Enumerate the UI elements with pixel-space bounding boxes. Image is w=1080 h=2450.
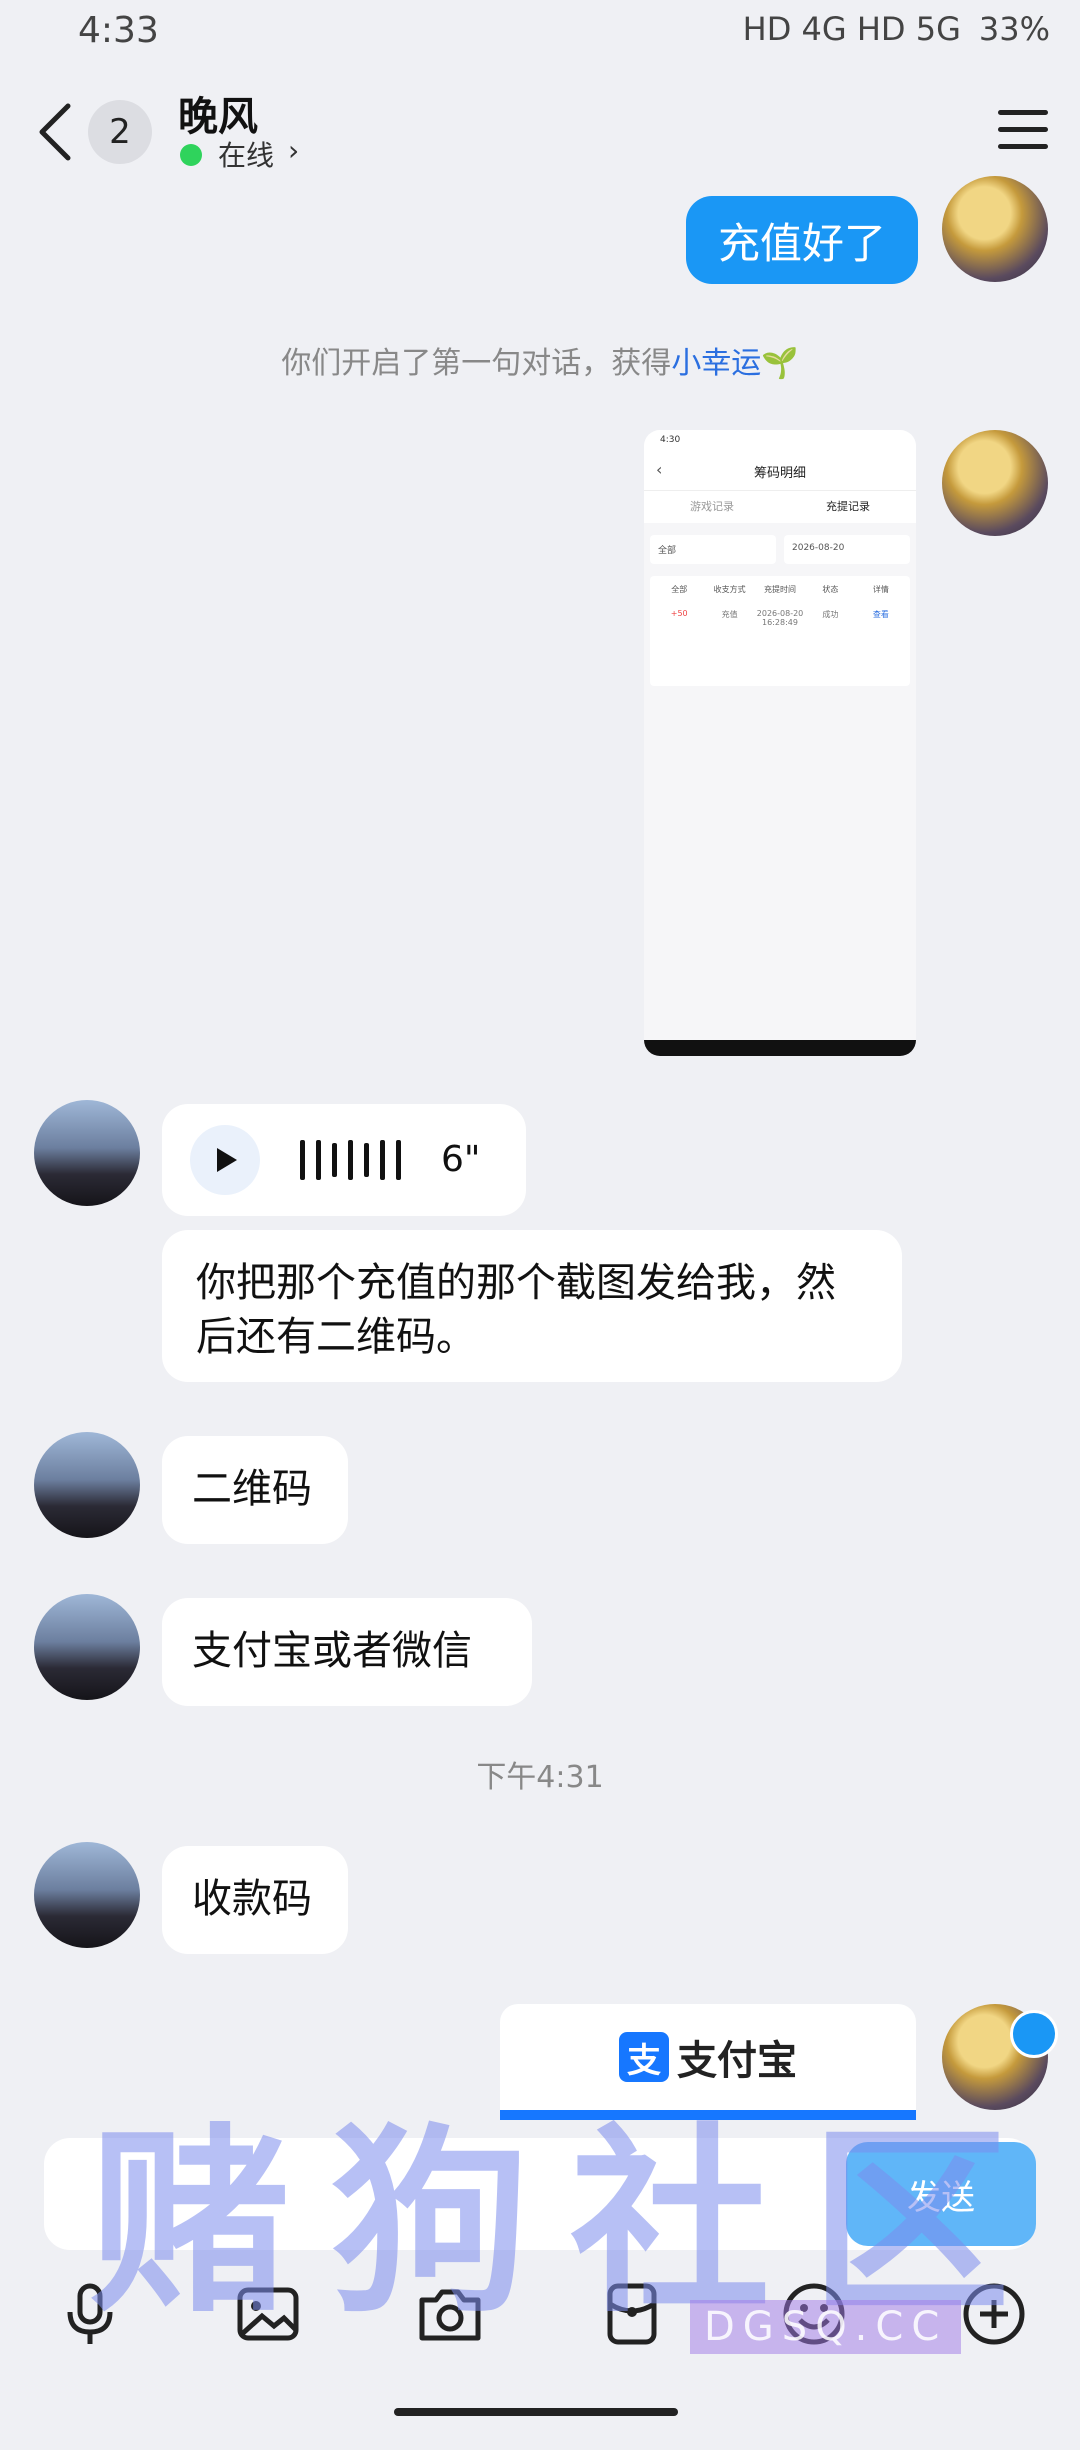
status-indicators: HD 4G HD 5G 33% [743, 10, 1050, 48]
image-table-cell: +50 [670, 609, 688, 618]
image-table-cell: 2026-08-20 16:28:49 [756, 609, 804, 627]
timestamp: 下午4:31 [476, 1760, 604, 1795]
lucky-link[interactable]: 小幸运 [671, 346, 761, 381]
image-table: 全部 收支方式 充提时间 状态 详情 +50 充值 2026-08-20 16:28:49 成… [650, 576, 910, 686]
message-text: 二维码 [192, 1466, 312, 1512]
status-time: 4:33 [78, 10, 159, 51]
home-indicator[interactable] [394, 2408, 678, 2416]
play-icon[interactable] [190, 1125, 260, 1195]
image-table-header-cell: 收支方式 [713, 585, 746, 594]
image-tab-game: 游戏记录 [690, 500, 734, 513]
contact-avatar[interactable] [34, 1432, 140, 1538]
message-text: 充值好了 [717, 218, 886, 268]
online-dot [180, 144, 202, 166]
image-status-bar: 4:30 [644, 430, 916, 450]
menu-icon[interactable] [998, 110, 1048, 150]
upload-progress-icon [1010, 2010, 1058, 2058]
image-table-cell: 成功 [822, 610, 839, 619]
voice-duration: 6" [441, 1139, 481, 1180]
image-table-header-cell: 充提时间 [764, 585, 797, 594]
image-filter-all: 全部 [650, 535, 776, 564]
image-filters: 全部 2026-08-20 [644, 523, 916, 576]
image-nav-bar [644, 1040, 916, 1056]
system-notice: 你们开启了第一句对话，获得小幸运🌱 [150, 338, 930, 382]
image-table-header-cell: 状态 [822, 585, 839, 594]
system-notice-text: 你们开启了第一句对话，获得 [281, 346, 672, 381]
my-avatar[interactable] [942, 430, 1048, 536]
received-message-bubble[interactable]: 支付宝或者微信 [162, 1598, 532, 1706]
sprout-icon: 🌱 [761, 346, 799, 381]
received-message-bubble[interactable]: 你把那个充值的那个截图发给我，然后还有二维码。 [162, 1230, 902, 1382]
contact-avatar[interactable] [34, 1842, 140, 1948]
message-text: 支付宝或者微信 [192, 1628, 472, 1674]
waveform-icon [300, 1140, 401, 1180]
image-filter-date: 2026-08-20 [784, 535, 910, 564]
chevron-right-icon[interactable]: › [288, 134, 299, 167]
contact-avatar[interactable] [34, 1594, 140, 1700]
my-avatar[interactable] [942, 176, 1048, 282]
image-table-row: +50 充值 2026-08-20 16:28:49 成功 查看 [650, 595, 910, 627]
image-title: 筹码明细 [753, 466, 806, 481]
image-table-cell: 查看 [872, 610, 889, 619]
image-table-header-cell: 详情 [872, 585, 889, 594]
image-table-header-cell: 全部 [671, 585, 688, 594]
back-icon[interactable] [36, 102, 76, 162]
received-message-bubble[interactable]: 收款码 [162, 1846, 348, 1954]
online-status[interactable]: 在线 [218, 134, 274, 174]
status-bar: 4:33 HD 4G HD 5G 33% [0, 0, 1080, 64]
sent-image-message[interactable]: 4:30 ‹ 筹码明细 游戏记录 充提记录 全部 2026-08-20 全部收支… [644, 430, 916, 1056]
battery-indicator: 33% [978, 10, 1050, 48]
message-text: 你把那个充值的那个截图发给我，然后还有二维码。 [196, 1260, 836, 1360]
voice-message-bubble[interactable]: 6" [162, 1104, 526, 1216]
network-indicator: HD 4G HD 5G [742, 10, 961, 48]
unread-badge: 2 [88, 100, 152, 164]
sent-message-bubble[interactable]: 充值好了 [686, 196, 918, 284]
image-tabs: 游戏记录 充提记录 [644, 490, 916, 523]
watermark-url: DGSQ.CC [690, 2300, 962, 2354]
image-header: ‹ 筹码明细 [644, 450, 916, 490]
image-tab-recharge: 充提记录 [826, 500, 870, 513]
contact-avatar[interactable] [34, 1100, 140, 1206]
message-text: 收款码 [192, 1876, 312, 1922]
chat-header: 2 晚风 在线 › [0, 64, 1080, 194]
image-table-header: 全部 收支方式 充提时间 状态 详情 [650, 576, 910, 595]
image-table-cell: 充值 [721, 610, 738, 619]
received-message-bubble[interactable]: 二维码 [162, 1436, 348, 1544]
